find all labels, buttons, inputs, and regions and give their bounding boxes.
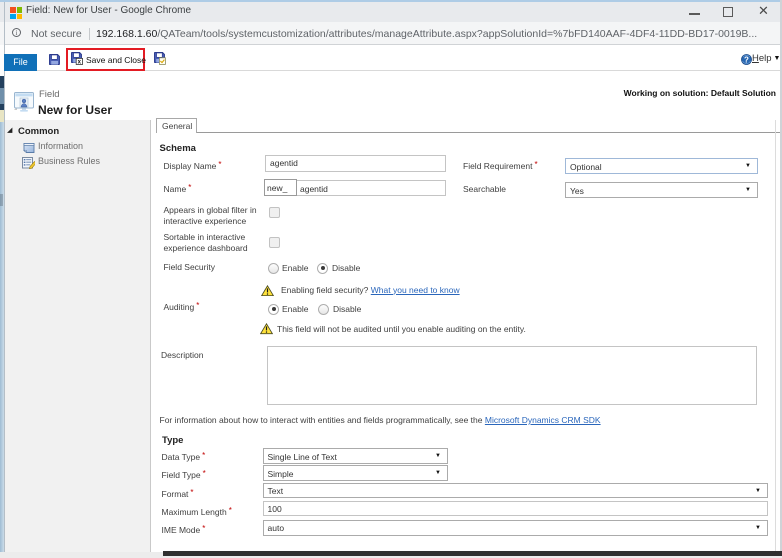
svg-text:?: ? bbox=[744, 55, 749, 64]
